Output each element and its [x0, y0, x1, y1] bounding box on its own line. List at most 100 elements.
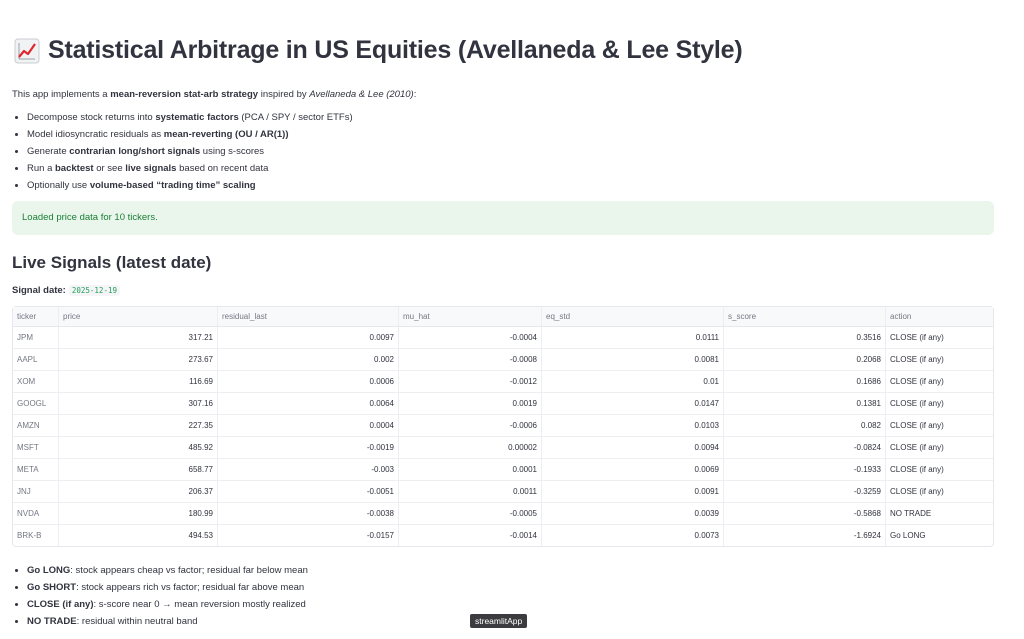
table-cell-ticker[interactable]: AMZN: [13, 414, 59, 437]
table-cell-price[interactable]: 307.16: [58, 392, 218, 415]
table-cell-action[interactable]: NO TRADE: [885, 502, 993, 525]
column-header-action[interactable]: action: [885, 307, 993, 327]
feature-item: Generate contrarian long/short signals u…: [27, 146, 1008, 157]
table-cell-residual-last[interactable]: 0.0004: [217, 414, 399, 437]
table-cell-residual-last[interactable]: 0.0064: [217, 392, 399, 415]
table-cell-ticker[interactable]: JNJ: [13, 480, 59, 503]
table-row[interactable]: AMZN 227.35 0.0004 -0.0006 0.0103 0.082 CLOSE …: [13, 414, 993, 437]
table-cell-action[interactable]: CLOSE (if any): [885, 414, 993, 437]
column-header-mu-hat[interactable]: mu_hat: [398, 307, 542, 327]
table-cell-price[interactable]: 180.99: [58, 502, 218, 525]
table-row[interactable]: MSFT 485.92 -0.0019 0.00002 0.0094 -0.0824 CLO…: [13, 436, 993, 459]
table-cell-price[interactable]: 206.37: [58, 480, 218, 503]
table-cell-ticker[interactable]: GOOGL: [13, 392, 59, 415]
legend-item: Go LONG: stock appears cheap vs factor; …: [27, 565, 1008, 576]
table-cell-eq-std[interactable]: 0.0069: [541, 458, 724, 481]
table-cell-residual-last[interactable]: -0.0051: [217, 480, 399, 503]
table-cell-s-score[interactable]: -0.5868: [723, 502, 886, 525]
table-cell-residual-last[interactable]: 0.002: [217, 348, 399, 371]
table-cell-action[interactable]: CLOSE (if any): [885, 326, 993, 349]
feature-item: Optionally use volume-based “trading tim…: [27, 180, 1008, 191]
table-cell-action[interactable]: CLOSE (if any): [885, 458, 993, 481]
table-cell-eq-std[interactable]: 0.0039: [541, 502, 724, 525]
legend-item: CLOSE (if any): s-score near 0 → mean re…: [27, 599, 1008, 610]
table-body: JPM 317.21 0.0097 -0.0004 0.0111 0.3516 CLOSE …: [13, 326, 994, 547]
feature-list: Decompose stock returns into systematic …: [12, 112, 1008, 191]
table-cell-action[interactable]: CLOSE (if any): [885, 348, 993, 371]
intro-citation: Avellaneda & Lee (2010): [309, 89, 414, 100]
table-cell-ticker[interactable]: META: [13, 458, 59, 481]
table-cell-mu-hat[interactable]: -0.0006: [398, 414, 542, 437]
table-cell-price[interactable]: 273.67: [58, 348, 218, 371]
table-cell-eq-std[interactable]: 0.01: [541, 370, 724, 393]
table-cell-eq-std[interactable]: 0.0073: [541, 524, 724, 546]
table-cell-action[interactable]: CLOSE (if any): [885, 370, 993, 393]
table-cell-mu-hat[interactable]: -0.0012: [398, 370, 542, 393]
table-cell-s-score[interactable]: -1.6924: [723, 524, 886, 546]
table-cell-mu-hat[interactable]: -0.0004: [398, 326, 542, 349]
table-cell-action[interactable]: CLOSE (if any): [885, 392, 993, 415]
column-header-price[interactable]: price: [58, 307, 218, 327]
table-cell-price[interactable]: 658.77: [58, 458, 218, 481]
table-cell-ticker[interactable]: JPM: [13, 326, 59, 349]
table-cell-residual-last[interactable]: -0.0038: [217, 502, 399, 525]
table-row[interactable]: JPM 317.21 0.0097 -0.0004 0.0111 0.3516 CLOSE …: [13, 326, 993, 349]
table-cell-action[interactable]: CLOSE (if any): [885, 436, 993, 459]
table-cell-eq-std[interactable]: 0.0081: [541, 348, 724, 371]
table-row[interactable]: META 658.77 -0.003 0.0001 0.0069 -0.1933 CLOSE…: [13, 458, 993, 481]
table-cell-eq-std[interactable]: 0.0091: [541, 480, 724, 503]
table-cell-eq-std[interactable]: 0.0111: [541, 326, 724, 349]
table-cell-s-score[interactable]: -0.3259: [723, 480, 886, 503]
table-cell-ticker[interactable]: XOM: [13, 370, 59, 393]
table-cell-s-score[interactable]: 0.082: [723, 414, 886, 437]
table-cell-mu-hat[interactable]: -0.0005: [398, 502, 542, 525]
table-cell-ticker[interactable]: MSFT: [13, 436, 59, 459]
main-content: Statistical Arbitrage in US Equities (Av…: [0, 0, 1024, 627]
table-cell-ticker[interactable]: NVDA: [13, 502, 59, 525]
table-row[interactable]: XOM 116.69 0.0006 -0.0012 0.01 0.1686 CLOSE (i…: [13, 370, 993, 393]
table-cell-eq-std[interactable]: 0.0103: [541, 414, 724, 437]
column-header-residual-last[interactable]: residual_last: [217, 307, 399, 327]
table-header-row: ticker price residual_last mu_hat eq_std s_sc…: [13, 307, 993, 327]
table-cell-price[interactable]: 116.69: [58, 370, 218, 393]
feature-item: Run a backtest or see live signals based…: [27, 163, 1008, 174]
table-cell-mu-hat[interactable]: -0.0008: [398, 348, 542, 371]
table-cell-s-score[interactable]: 0.1686: [723, 370, 886, 393]
table-cell-ticker[interactable]: BRK-B: [13, 524, 59, 546]
table-cell-eq-std[interactable]: 0.0147: [541, 392, 724, 415]
table-row[interactable]: GOOGL 307.16 0.0064 0.0019 0.0147 0.1381 CLOSE…: [13, 392, 993, 415]
table-cell-mu-hat[interactable]: 0.0011: [398, 480, 542, 503]
table-cell-price[interactable]: 494.53: [58, 524, 218, 546]
table-cell-s-score[interactable]: -0.0824: [723, 436, 886, 459]
column-header-ticker[interactable]: ticker: [13, 307, 59, 327]
feature-item: Model idiosyncratic residuals as mean-re…: [27, 129, 1008, 140]
table-cell-s-score[interactable]: 0.2068: [723, 348, 886, 371]
table-cell-s-score[interactable]: 0.3516: [723, 326, 886, 349]
table-cell-action[interactable]: Go LONG: [886, 525, 994, 547]
table-cell-action[interactable]: CLOSE (if any): [885, 480, 993, 503]
table-cell-ticker[interactable]: AAPL: [13, 348, 59, 371]
app-tooltip: streamlitApp: [470, 614, 528, 628]
table-cell-s-score[interactable]: -0.1933: [723, 458, 886, 481]
signals-dataframe[interactable]: ticker price residual_last mu_hat eq_std s_sc…: [12, 306, 994, 547]
column-header-eq-std[interactable]: eq_std: [541, 307, 724, 327]
table-cell-eq-std[interactable]: 0.0094: [541, 436, 724, 459]
table-cell-s-score[interactable]: 0.1381: [723, 392, 886, 415]
table-cell-mu-hat[interactable]: 0.0001: [398, 458, 542, 481]
table-row[interactable]: BRK-B 494.53 -0.0157 -0.0014 0.0073 -1.6924 Go…: [13, 524, 994, 547]
table-cell-mu-hat[interactable]: 0.0019: [398, 392, 542, 415]
table-cell-residual-last[interactable]: -0.0157: [217, 524, 399, 546]
table-cell-residual-last[interactable]: 0.0097: [217, 326, 399, 349]
column-header-s-score[interactable]: s_score: [723, 307, 886, 327]
table-cell-mu-hat[interactable]: -0.0014: [398, 524, 542, 546]
table-cell-residual-last[interactable]: 0.0006: [217, 370, 399, 393]
table-cell-mu-hat[interactable]: 0.00002: [398, 436, 542, 459]
table-cell-price[interactable]: 485.92: [58, 436, 218, 459]
table-cell-residual-last[interactable]: -0.003: [217, 458, 399, 481]
table-cell-price[interactable]: 227.35: [58, 414, 218, 437]
table-row[interactable]: JNJ 206.37 -0.0051 0.0011 0.0091 -0.3259 CLOSE…: [13, 480, 993, 503]
table-cell-residual-last[interactable]: -0.0019: [217, 436, 399, 459]
table-row[interactable]: AAPL 273.67 0.002 -0.0008 0.0081 0.2068 CLOSE …: [13, 348, 993, 371]
table-cell-price[interactable]: 317.21: [58, 326, 218, 349]
table-row[interactable]: NVDA 180.99 -0.0038 -0.0005 0.0039 -0.5868 NO …: [13, 502, 993, 525]
